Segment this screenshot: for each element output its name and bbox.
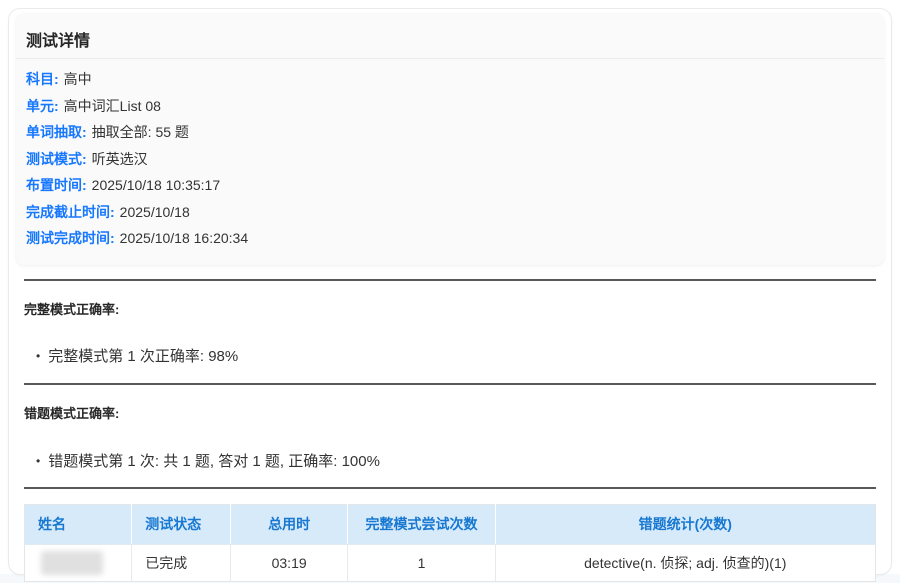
column-header-status: 测试状态 — [132, 505, 231, 545]
cell-status: 已完成 — [132, 545, 231, 582]
info-value: 2025/10/18 — [120, 204, 190, 220]
column-header-full-mode-attempts: 完整模式尝试次数 — [348, 505, 495, 545]
info-value: 听英选汉 — [92, 151, 148, 167]
test-info-card: 测试详情 科目: 高中 单元: 高中词汇List 08 单词抽取: 抽取全部: 55 … — [16, 13, 884, 265]
page-title: 测试详情 — [16, 13, 884, 59]
divider — [24, 279, 876, 281]
info-row-deadline: 完成截止时间: 2025/10/18 — [26, 199, 870, 226]
full-mode-accuracy-heading: 完整模式正确率: — [24, 303, 876, 317]
info-row-test-mode: 测试模式: 听英选汉 — [26, 146, 870, 173]
info-label: 单元: — [26, 98, 59, 114]
info-row-word-selection: 单词抽取: 抽取全部: 55 题 — [26, 119, 870, 146]
info-label: 测试完成时间: — [26, 230, 115, 246]
results-table-wrap: 姓名 测试状态 总用时 完整模式尝试次数 错题统计(次数) 已完成 03:19 — [24, 504, 876, 582]
cell-full-mode-attempts: 1 — [348, 545, 495, 582]
table-row: 已完成 03:19 1 detective(n. 侦探; adj. 侦查的)(1… — [25, 545, 876, 582]
wrong-mode-accuracy-heading: 错题模式正确率: — [24, 407, 876, 421]
page: 测试详情 科目: 高中 单元: 高中词汇List 08 单词抽取: 抽取全部: 55 … — [0, 0, 900, 583]
info-value: 高中 — [64, 71, 92, 87]
cell-total-time: 03:19 — [230, 545, 347, 582]
info-row-completed-time: 测试完成时间: 2025/10/18 16:20:34 — [26, 225, 870, 252]
test-detail-panel: 测试详情 科目: 高中 单元: 高中词汇List 08 单词抽取: 抽取全部: 55 … — [8, 8, 892, 575]
full-mode-accuracy-item: 完整模式第 1 次正确率: 98% — [36, 349, 876, 366]
divider — [24, 487, 876, 489]
table-header-row: 姓名 测试状态 总用时 完整模式尝试次数 错题统计(次数) — [25, 505, 876, 545]
divider — [24, 383, 876, 385]
info-row-subject: 科目: 高中 — [26, 66, 870, 93]
info-label: 科目: — [26, 71, 59, 87]
cell-wrong-word-stats: detective(n. 侦探; adj. 侦查的)(1) — [495, 545, 875, 582]
info-label: 单词抽取: — [26, 124, 87, 140]
redacted-name-blur — [41, 551, 103, 575]
info-label: 完成截止时间: — [26, 204, 115, 220]
info-row-unit: 单元: 高中词汇List 08 — [26, 93, 870, 120]
column-header-total-time: 总用时 — [230, 505, 347, 545]
info-value: 2025/10/18 16:20:34 — [120, 230, 248, 246]
column-header-name: 姓名 — [25, 505, 132, 545]
info-value: 抽取全部: 55 题 — [92, 124, 189, 140]
wrong-mode-accuracy-item: 错题模式第 1 次: 共 1 题, 答对 1 题, 正确率: 100% — [36, 454, 876, 471]
test-info-list: 科目: 高中 单元: 高中词汇List 08 单词抽取: 抽取全部: 55 题 测试模… — [16, 59, 884, 265]
cell-student-name — [25, 545, 132, 582]
column-header-wrong-word-stats: 错题统计(次数) — [495, 505, 875, 545]
info-label: 测试模式: — [26, 151, 87, 167]
info-label: 布置时间: — [26, 177, 87, 193]
info-value: 2025/10/18 10:35:17 — [92, 177, 220, 193]
results-table: 姓名 测试状态 总用时 完整模式尝试次数 错题统计(次数) 已完成 03:19 — [24, 504, 876, 582]
info-row-assigned-time: 布置时间: 2025/10/18 10:35:17 — [26, 172, 870, 199]
info-value: 高中词汇List 08 — [64, 98, 161, 114]
